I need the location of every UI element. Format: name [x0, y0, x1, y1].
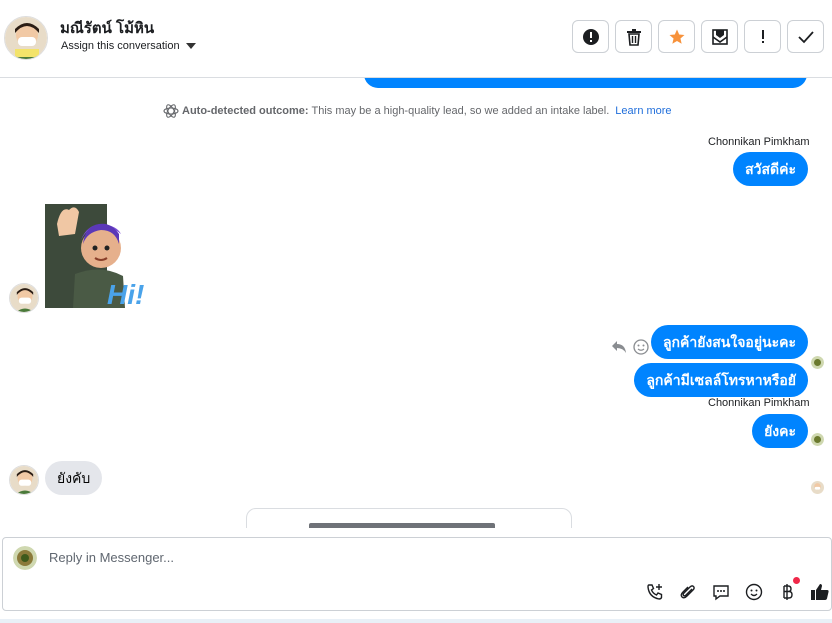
saved-replies-button[interactable] [709, 580, 732, 603]
card-preview[interactable] [246, 508, 572, 528]
contact-avatar[interactable] [4, 16, 48, 60]
outgoing-message[interactable]: ยังคะ [752, 414, 808, 448]
reply-icon[interactable] [611, 340, 627, 354]
contact-seen-avatar [811, 481, 824, 494]
contact-avatar-small[interactable] [9, 465, 39, 495]
reply-composer [2, 537, 832, 611]
card-preview-text [309, 523, 495, 528]
star-icon [669, 29, 684, 44]
seen-indicator-avatar [811, 356, 824, 369]
conversation-header: มณีรัตน์ โม้หิน Assign this conversation [0, 0, 832, 78]
composer-tools [643, 577, 831, 603]
spam-button[interactable] [572, 20, 609, 53]
learn-more-link[interactable]: Learn more [615, 105, 671, 117]
reply-input[interactable] [49, 550, 609, 565]
assign-conversation-dropdown[interactable]: Assign this conversation [61, 40, 196, 52]
incoming-message[interactable]: ยังคับ [45, 461, 103, 495]
emoji-button[interactable] [742, 580, 765, 603]
contact-avatar-small[interactable] [9, 283, 39, 313]
call-add-button[interactable] [643, 580, 666, 603]
seen-indicator-avatar [811, 433, 824, 446]
call-add-icon [646, 583, 662, 600]
outgoing-message[interactable]: ลูกค้ายังสนใจอยู่นะคะ [650, 325, 808, 359]
like-button[interactable] [808, 580, 831, 603]
exclamation-icon [761, 29, 764, 43]
payment-button[interactable] [775, 577, 800, 603]
auto-detected-outcome-notice: Auto-detected outcome: This may be a hig… [163, 104, 672, 118]
notification-dot [793, 577, 800, 584]
sender-name: Chonnikan Pimkham [708, 136, 810, 148]
star-button[interactable] [658, 20, 695, 53]
page-avatar[interactable] [13, 546, 37, 570]
follow-up-button[interactable] [744, 20, 781, 53]
outgoing-message[interactable]: สวัสดีค่ะ [733, 152, 808, 186]
delete-button[interactable] [615, 20, 652, 53]
sender-name: Chonnikan Pimkham [708, 397, 810, 409]
baht-payment-icon [782, 583, 793, 600]
message-hover-actions [611, 339, 649, 355]
caret-down-icon [185, 43, 196, 49]
outgoing-message[interactable]: ลูกค้ามีเซลล์โทรหาหรือยั [634, 363, 808, 397]
check-icon [797, 30, 814, 43]
contact-name[interactable]: มณีรัตน์ โม้หิน [60, 16, 154, 40]
mark-unread-button[interactable] [701, 20, 738, 53]
sticker-text: Hi! [107, 279, 144, 308]
message-thread[interactable]: Auto-detected outcome: This may be a hig… [0, 78, 832, 528]
mark-done-button[interactable] [787, 20, 824, 53]
message-bubble-partial [364, 78, 807, 88]
attachment-icon [680, 584, 695, 598]
window-bottom-edge [0, 619, 832, 623]
trash-icon [626, 28, 641, 46]
react-emoji-icon[interactable] [633, 339, 649, 355]
conversation-toolbar [572, 20, 824, 53]
alert-circle-icon [582, 28, 599, 45]
assign-label: Assign this conversation [61, 40, 180, 52]
auto-detect-text: This may be a high-quality lead, so we a… [311, 105, 610, 117]
hi-sticker[interactable]: Hi! [45, 204, 155, 310]
saved-reply-icon [712, 584, 729, 600]
attach-button[interactable] [676, 580, 699, 603]
atom-icon [163, 104, 179, 118]
envelope-icon [711, 28, 728, 45]
auto-detect-label: Auto-detected outcome: [182, 105, 309, 117]
thumbs-up-icon [810, 583, 829, 600]
emoji-icon [745, 583, 762, 600]
